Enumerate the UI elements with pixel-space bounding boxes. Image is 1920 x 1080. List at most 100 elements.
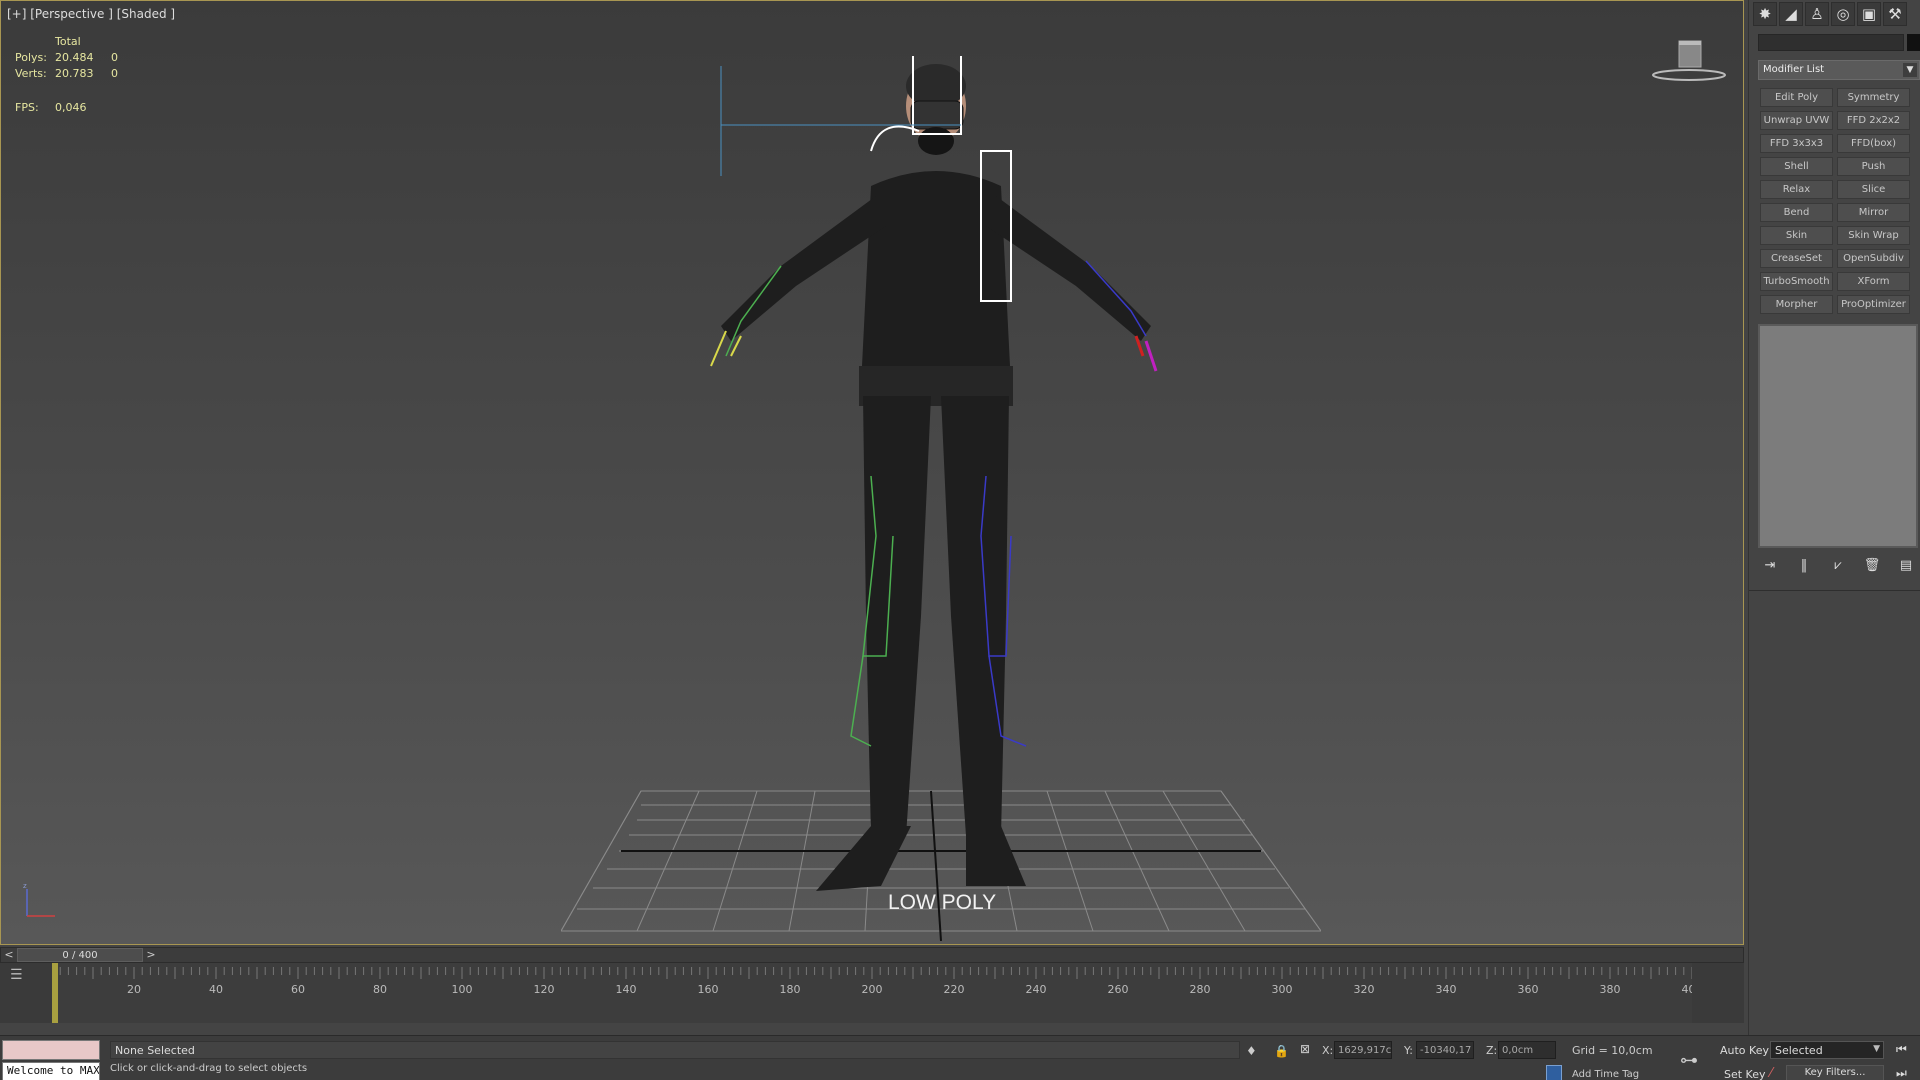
ruler-tick-label: 160 bbox=[698, 983, 719, 996]
make-unique-icon[interactable]: ⩗ bbox=[1826, 558, 1850, 573]
key-icon[interactable]: ⊶ bbox=[1680, 1050, 1698, 1071]
y-coord-label: Y: bbox=[1404, 1044, 1413, 1057]
track-bar[interactable]: ☰ 02040608010012014016018020022024026028… bbox=[0, 963, 1744, 1023]
key-filters-button[interactable]: Key Filters... bbox=[1786, 1065, 1884, 1080]
modifier-button[interactable]: FFD 3x3x3 bbox=[1760, 134, 1833, 153]
ruler-tick-label: 320 bbox=[1354, 983, 1375, 996]
modifier-button[interactable]: FFD(box) bbox=[1837, 134, 1910, 153]
modifier-button[interactable]: OpenSubdiv bbox=[1837, 249, 1910, 268]
utilities-icon[interactable]: ⚒ bbox=[1883, 2, 1907, 26]
verts-selected: 0 bbox=[111, 67, 118, 80]
chevron-down-icon[interactable]: ▼ bbox=[1873, 1044, 1880, 1054]
time-slider[interactable]: < 0 / 400 > bbox=[0, 947, 1744, 963]
x-coord-label: X: bbox=[1322, 1044, 1334, 1057]
object-color-swatch[interactable] bbox=[1907, 34, 1920, 51]
ruler-tick-label: 260 bbox=[1108, 983, 1129, 996]
modifier-button[interactable]: FFD 2x2x2 bbox=[1837, 111, 1910, 130]
modifier-button[interactable]: Symmetry bbox=[1837, 88, 1910, 107]
modifier-button[interactable]: XForm bbox=[1837, 272, 1910, 291]
modifier-button[interactable]: Mirror bbox=[1837, 203, 1910, 222]
command-panel: ✸ ◢ ♙ ◎ ▣ ⚒ Modifier List ▼ Edit Poly Sy… bbox=[1748, 0, 1920, 1035]
motion-icon[interactable]: ◎ bbox=[1831, 2, 1855, 26]
modifier-stack[interactable] bbox=[1758, 324, 1918, 548]
modifier-button[interactable]: Skin Wrap bbox=[1837, 226, 1910, 245]
ruler-tick-label: 340 bbox=[1436, 983, 1457, 996]
ruler-tick-label: 80 bbox=[373, 983, 387, 996]
time-tag-icon[interactable] bbox=[1546, 1065, 1562, 1080]
prompt-line: Click or click-and-drag to select object… bbox=[110, 1063, 308, 1074]
ruler-tick-label: 140 bbox=[616, 983, 637, 996]
polys-label: Polys: bbox=[15, 51, 47, 64]
grid-size: Grid = 10,0cm bbox=[1572, 1044, 1653, 1057]
modifier-list-dropdown[interactable]: Modifier List ▼ bbox=[1758, 60, 1920, 80]
remove-modifier-icon[interactable]: 🗑 bbox=[1860, 558, 1884, 573]
selection-lock-icon[interactable]: 🔒 bbox=[1274, 1044, 1289, 1058]
modifier-button[interactable]: Push bbox=[1837, 157, 1910, 176]
modifier-button[interactable]: CreaseSet bbox=[1760, 249, 1833, 268]
perspective-viewport[interactable]: [+] [Perspective ] [Shaded ] Total Polys… bbox=[0, 0, 1744, 945]
z-coord-field[interactable]: 0,0cm bbox=[1498, 1041, 1556, 1059]
polys-selected: 0 bbox=[111, 51, 118, 64]
modifier-list-label: Modifier List bbox=[1763, 64, 1825, 75]
ruler-tick-label: 60 bbox=[291, 983, 305, 996]
key-mode-dropdown[interactable]: Selected ▼ bbox=[1770, 1041, 1884, 1059]
modifier-button[interactable]: Edit Poly bbox=[1760, 88, 1833, 107]
ruler-tick-label: 200 bbox=[862, 983, 883, 996]
display-icon[interactable]: ▣ bbox=[1857, 2, 1881, 26]
track-bar-ruler[interactable]: 0204060801001201401601802002202402602803… bbox=[52, 963, 1692, 1023]
panel-divider bbox=[1749, 590, 1920, 591]
ruler-tick-label: 380 bbox=[1600, 983, 1621, 996]
ruler-tick-label: 120 bbox=[534, 983, 555, 996]
ruler-tick-label: 240 bbox=[1026, 983, 1047, 996]
modifier-button[interactable]: Unwrap UVW bbox=[1760, 111, 1833, 130]
modifier-button[interactable]: Shell bbox=[1760, 157, 1833, 176]
modifier-button[interactable]: ProOptimizer bbox=[1837, 295, 1910, 314]
maxscript-mini-listener-output[interactable] bbox=[2, 1040, 100, 1060]
viewport-caption: LOW POLY bbox=[888, 891, 997, 914]
object-name-field[interactable] bbox=[1758, 34, 1904, 51]
ruler-tick-label: 360 bbox=[1518, 983, 1539, 996]
absolute-transform-icon[interactable]: ⊠ bbox=[1300, 1042, 1310, 1056]
verts-label: Verts: bbox=[15, 67, 47, 80]
default-tangent-icon[interactable]: ⁄ bbox=[1770, 1066, 1772, 1080]
maxscript-mini-listener[interactable]: Welcome to MAXScript bbox=[2, 1062, 100, 1080]
modify-icon[interactable]: ◢ bbox=[1779, 2, 1803, 26]
time-slider-prev-button[interactable]: < bbox=[1, 948, 17, 962]
modifier-button[interactable]: Bend bbox=[1760, 203, 1833, 222]
polys-total: 20.484 bbox=[55, 51, 94, 64]
ruler-tick-label: 180 bbox=[780, 983, 801, 996]
hierarchy-icon[interactable]: ♙ bbox=[1805, 2, 1829, 26]
add-time-tag[interactable]: Add Time Tag bbox=[1572, 1069, 1639, 1080]
time-slider-thumb[interactable]: 0 / 400 bbox=[17, 948, 143, 962]
ruler-tick-label: 20 bbox=[127, 983, 141, 996]
y-coord-field[interactable]: -10340,17 bbox=[1416, 1041, 1474, 1059]
chevron-down-icon[interactable]: ▼ bbox=[1903, 63, 1917, 77]
viewcube-icon[interactable] bbox=[1649, 37, 1729, 85]
z-coord-label: Z: bbox=[1486, 1044, 1498, 1057]
go-to-start-icon[interactable]: ⏮ bbox=[1896, 1042, 1907, 1057]
modifier-button[interactable]: Skin bbox=[1760, 226, 1833, 245]
create-icon[interactable]: ✸ bbox=[1753, 2, 1777, 26]
time-slider-next-button[interactable]: > bbox=[143, 948, 159, 962]
x-coord-field[interactable]: 1629,917cm bbox=[1334, 1041, 1392, 1059]
isolate-selection-icon[interactable]: ♦ bbox=[1246, 1044, 1257, 1058]
modifier-button[interactable]: Relax bbox=[1760, 180, 1833, 199]
svg-text:z: z bbox=[23, 882, 27, 890]
auto-key-button[interactable]: Auto Key bbox=[1720, 1044, 1769, 1057]
diver-model[interactable] bbox=[631, 56, 1231, 916]
viewport-label[interactable]: [+] [Perspective ] [Shaded ] bbox=[7, 7, 175, 21]
stats-header: Total bbox=[55, 35, 81, 48]
fps-readout: FPS: 0,046 bbox=[15, 101, 87, 114]
modifier-button[interactable]: Morpher bbox=[1760, 295, 1833, 314]
set-key-button[interactable]: Set Key bbox=[1724, 1068, 1766, 1080]
modifier-button[interactable]: Slice bbox=[1837, 180, 1910, 199]
go-to-end-icon[interactable]: ⏭ bbox=[1896, 1066, 1907, 1080]
pin-stack-icon[interactable]: ⇥ bbox=[1758, 558, 1782, 573]
key-mode-value: Selected bbox=[1775, 1044, 1823, 1057]
curve-editor-icon[interactable]: ☰ bbox=[10, 967, 23, 983]
3dsmax-window: [+] [Perspective ] [Shaded ] Total Polys… bbox=[0, 0, 1920, 1080]
configure-sets-icon[interactable]: ▤ bbox=[1894, 558, 1918, 573]
show-end-result-icon[interactable]: ‖ bbox=[1792, 558, 1816, 573]
modifier-button[interactable]: TurboSmooth bbox=[1760, 272, 1833, 291]
ruler-tick-label: 220 bbox=[944, 983, 965, 996]
